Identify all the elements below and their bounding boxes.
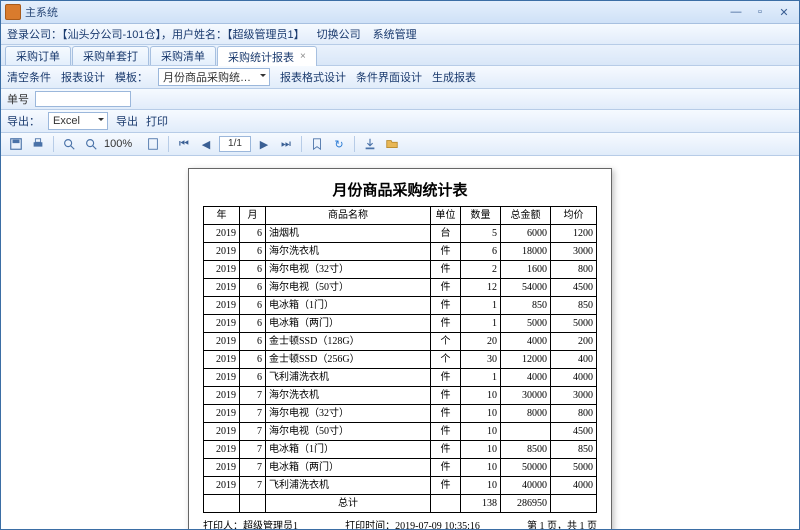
table-row: 20196金士顿SSD（128G）个204000200 xyxy=(204,333,597,351)
report-design-button[interactable]: 报表设计 xyxy=(61,69,105,85)
app-icon xyxy=(5,4,21,20)
template-label: 模板： xyxy=(115,69,148,85)
menubar: 登录公司：【汕头分公司-101仓】，用户姓名：【超级管理员1】 切换公司 系统管… xyxy=(1,24,799,45)
col-header: 总金额 xyxy=(501,207,551,225)
total-row: 总计138286950 xyxy=(204,495,597,513)
table-row: 20196油烟机台560001200 xyxy=(204,225,597,243)
viewer-toolbar: 100% ⏮ ◀ 1/1 ▶ ⏭ ↻ xyxy=(1,133,799,156)
order-no-input[interactable] xyxy=(35,91,131,107)
export-toolbar: 导出： Excel 导出 打印 xyxy=(1,110,799,133)
window-title: 主系统 xyxy=(25,4,58,20)
tab-采购清单[interactable]: 采购清单 xyxy=(150,46,216,65)
switch-company-menu[interactable]: 切换公司 xyxy=(317,26,361,42)
close-button[interactable]: ✕ xyxy=(773,5,795,19)
col-header: 均价 xyxy=(551,207,597,225)
bookmark-icon[interactable] xyxy=(308,135,326,153)
maximize-button[interactable]: ▫ xyxy=(749,5,771,19)
col-header: 月 xyxy=(240,207,266,225)
folder-icon[interactable] xyxy=(383,135,401,153)
format-design-button[interactable]: 报表格式设计 xyxy=(280,69,346,85)
last-page-icon[interactable]: ⏭ xyxy=(277,135,295,153)
table-row: 20196金士顿SSD（256G）个3012000400 xyxy=(204,351,597,369)
tab-采购统计报表[interactable]: 采购统计报表× xyxy=(217,46,317,66)
print-time: 打印时间：2019-07-09 10:35:16 xyxy=(345,517,480,529)
col-header: 单位 xyxy=(431,207,461,225)
main-window: 主系统 — ▫ ✕ 登录公司：【汕头分公司-101仓】，用户姓名：【超级管理员1… xyxy=(0,0,800,530)
fit-page-icon[interactable] xyxy=(144,135,162,153)
report-title: 月份商品采购统计表 xyxy=(203,179,597,200)
order-no-label: 单号 xyxy=(7,91,29,107)
document-tabs: 采购订单采购单套打采购清单采购统计报表× xyxy=(1,45,799,66)
col-header: 数量 xyxy=(461,207,501,225)
template-combo[interactable]: 月份商品采购统… xyxy=(158,68,270,86)
generate-report-button[interactable]: 生成报表 xyxy=(432,69,476,85)
table-row: 20197海尔电视（50寸）件104500 xyxy=(204,423,597,441)
table-row: 20196海尔洗衣机件6180003000 xyxy=(204,243,597,261)
table-row: 20196飞利浦洗衣机件140004000 xyxy=(204,369,597,387)
report-page: 月份商品采购统计表 年月商品名称单位数量总金额均价 20196油烟机台56000… xyxy=(188,168,612,529)
export-button[interactable]: 导出 xyxy=(116,113,138,129)
refresh-icon[interactable]: ↻ xyxy=(330,135,348,153)
report-viewport[interactable]: 月份商品采购统计表 年月商品名称单位数量总金额均价 20196油烟机台56000… xyxy=(1,156,799,529)
minimize-button[interactable]: — xyxy=(725,5,747,19)
table-row: 20197飞利浦洗衣机件10400004000 xyxy=(204,477,597,495)
tab-采购订单[interactable]: 采购订单 xyxy=(5,46,71,65)
filter-bar: 单号 xyxy=(1,89,799,110)
close-tab-icon[interactable]: × xyxy=(300,51,306,62)
print-icon[interactable] xyxy=(29,135,47,153)
condition-ui-button[interactable]: 条件界面设计 xyxy=(356,69,422,85)
table-row: 20196电冰箱（1门）件1850850 xyxy=(204,297,597,315)
report-table: 年月商品名称单位数量总金额均价 20196油烟机台56000120020196海… xyxy=(203,206,597,513)
zoom-combo[interactable]: 100% xyxy=(104,138,140,150)
zoom-in-icon[interactable] xyxy=(60,135,78,153)
report-toolbar: 清空条件 报表设计 模板： 月份商品采购统… 报表格式设计 条件界面设计 生成报… xyxy=(1,66,799,89)
table-row: 20196海尔电视（32寸）件21600800 xyxy=(204,261,597,279)
table-row: 20196电冰箱（两门）件150005000 xyxy=(204,315,597,333)
page-indicator[interactable]: 1/1 xyxy=(219,136,251,152)
next-page-icon[interactable]: ▶ xyxy=(255,135,273,153)
save-icon[interactable] xyxy=(7,135,25,153)
tab-采购单套打[interactable]: 采购单套打 xyxy=(72,46,149,65)
report-footer: 打印人：超级管理员1 打印时间：2019-07-09 10:35:16 第 1 … xyxy=(203,517,597,529)
col-header: 年 xyxy=(204,207,240,225)
export-icon[interactable] xyxy=(361,135,379,153)
table-row: 20197海尔洗衣机件10300003000 xyxy=(204,387,597,405)
system-management-menu[interactable]: 系统管理 xyxy=(373,26,417,42)
login-info: 登录公司：【汕头分公司-101仓】，用户姓名：【超级管理员1】 xyxy=(7,26,305,42)
printer-info: 打印人：超级管理员1 xyxy=(203,517,298,529)
zoom-out-icon[interactable] xyxy=(82,135,100,153)
export-label: 导出： xyxy=(7,113,40,129)
prev-page-icon[interactable]: ◀ xyxy=(197,135,215,153)
table-row: 20197海尔电视（32寸）件108000800 xyxy=(204,405,597,423)
table-row: 20197电冰箱（1门）件108500850 xyxy=(204,441,597,459)
clear-conditions-button[interactable]: 清空条件 xyxy=(7,69,51,85)
table-row: 20196海尔电视（50寸）件12540004500 xyxy=(204,279,597,297)
col-header: 商品名称 xyxy=(266,207,431,225)
page-info: 第 1 页，共 1 页 xyxy=(527,517,597,529)
table-row: 20197电冰箱（两门）件10500005000 xyxy=(204,459,597,477)
print-button[interactable]: 打印 xyxy=(146,113,168,129)
first-page-icon[interactable]: ⏮ xyxy=(175,135,193,153)
export-format-combo[interactable]: Excel xyxy=(48,112,108,130)
titlebar[interactable]: 主系统 — ▫ ✕ xyxy=(1,1,799,24)
